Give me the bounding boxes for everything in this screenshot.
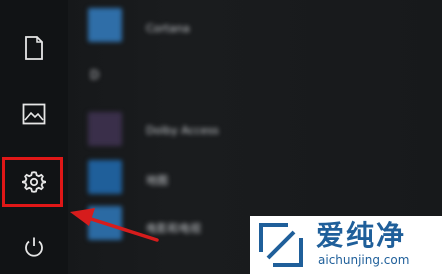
settings-highlight-box: [2, 157, 63, 207]
start-menu-left-rail: [0, 0, 68, 274]
watermark-url: aichunjing.com: [318, 253, 410, 267]
start-menu-screenshot: Cortana D Dolby Access 地图 电影和电视 爱纯净 aich…: [0, 0, 442, 274]
app-tile-dolby[interactable]: [88, 112, 122, 146]
watermark: 爱纯净 aichunjing.com: [250, 216, 442, 274]
app-label-movies[interactable]: 电影和电视: [146, 220, 201, 236]
app-tile-movies[interactable]: [88, 206, 122, 240]
app-tile-maps[interactable]: [88, 160, 122, 194]
app-label-maps[interactable]: 地图: [146, 172, 168, 188]
app-label-cortana[interactable]: Cortana: [146, 22, 190, 35]
power-icon[interactable]: [18, 231, 50, 263]
watermark-logo-icon: [259, 223, 303, 267]
watermark-brand: 爱纯净: [316, 219, 407, 252]
pictures-icon[interactable]: [18, 98, 50, 130]
app-label-dolby[interactable]: Dolby Access: [146, 124, 219, 137]
app-tile-cortana[interactable]: [88, 8, 122, 42]
section-letter[interactable]: D: [90, 68, 99, 82]
documents-icon[interactable]: [18, 32, 50, 64]
